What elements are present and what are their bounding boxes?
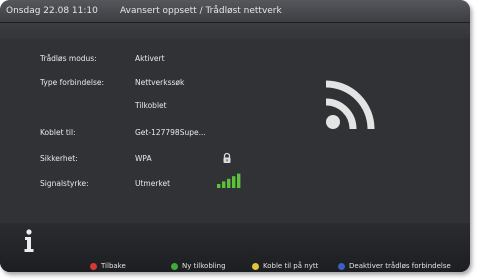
signal-bar [227,178,231,188]
lock-icon [223,152,231,163]
date-time: Onsdag 22.08 11:10 [6,6,98,16]
header-bar: Onsdag 22.08 11:10 Avansert oppsett / Tr… [0,0,470,23]
setting-value: Nettverkssøk [135,78,185,87]
setting-value: Tilkoblet [135,101,167,110]
setting-label: Type forbindelse: [40,78,105,87]
settings-panel: Trådløs modus: Aktivert Type forbindelse… [0,23,470,223]
legend-label: Deaktiver trådløs forbindelse [349,262,451,270]
panel-top-band [0,23,470,39]
signal-bar [232,176,236,188]
setting-value: Get-127798Supe... [135,128,206,137]
screen-frame: Onsdag 22.08 11:10 Avansert oppsett / Tr… [0,0,470,272]
page-title: Avansert oppsett / Trådløst nettverk [120,6,282,16]
blue-button-icon [338,262,345,270]
setting-value: Utmerket [135,179,171,188]
setting-label: Koblet til: [40,128,76,137]
legend-label: Tilbake [101,262,126,270]
wifi-icon [325,80,375,130]
setting-value: Aktivert [135,54,165,63]
signal-strength-icon [217,173,241,188]
setting-value: WPA [135,154,152,163]
green-button-icon [171,262,178,270]
legend-disable-wireless[interactable]: Deaktiver trådløs forbindelse [338,262,451,270]
legend-label: Koble til på nytt [263,262,319,270]
signal-bar [222,181,226,188]
signal-bar [237,173,241,188]
legend-label: Ny tilkobling [182,262,226,270]
red-button-icon [90,262,97,270]
info-icon [24,229,34,252]
signal-bar [217,184,221,188]
setting-label: Trådløs modus: [40,54,97,63]
legend-reconnect[interactable]: Koble til på nytt [252,262,318,270]
legend-back[interactable]: Tilbake [90,262,126,270]
yellow-button-icon [252,262,259,270]
legend-new-connection[interactable]: Ny tilkobling [171,262,226,270]
setting-label: Signalstyrke: [40,179,89,188]
setting-label: Sikkerhet: [40,154,78,163]
